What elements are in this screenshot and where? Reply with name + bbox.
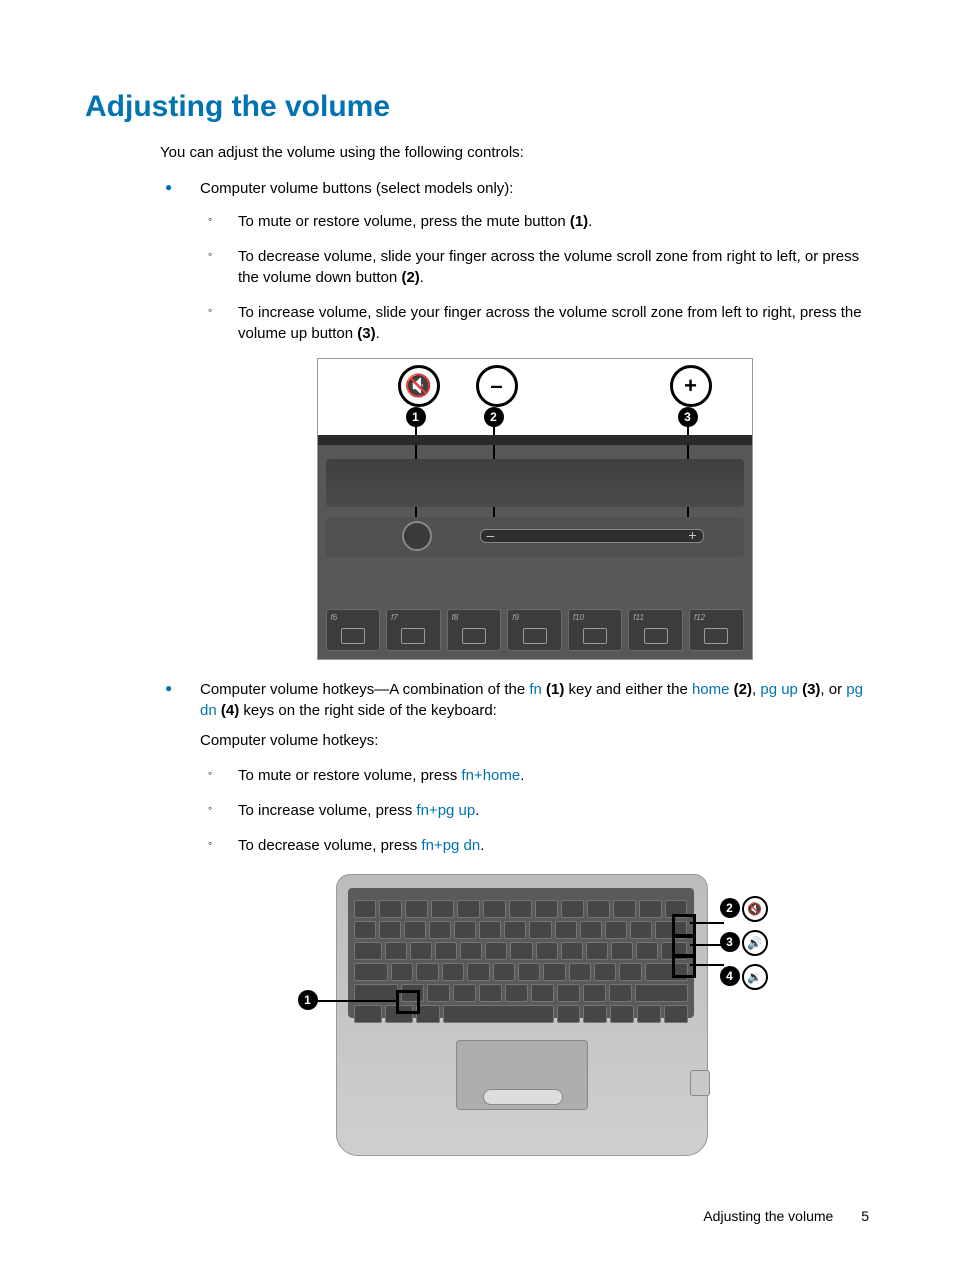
- volume-slider-graphic: [480, 529, 704, 543]
- sub-list-1: To mute or restore volume, press the mut…: [200, 211, 869, 344]
- text: To decrease volume, press: [238, 837, 421, 854]
- f-key: f6: [326, 609, 381, 651]
- icon-glyph: 🔉: [747, 969, 762, 985]
- minus-icon: –: [476, 365, 518, 407]
- page-number: 5: [861, 1208, 869, 1224]
- f-key: f11: [628, 609, 683, 651]
- callout-ref: (2): [401, 269, 419, 286]
- key-label: f11: [633, 613, 644, 624]
- callout-line: [690, 944, 724, 946]
- text: .: [376, 325, 380, 342]
- bullet-volume-buttons: Computer volume buttons (select models o…: [85, 179, 869, 660]
- key-combo: fn+home: [461, 767, 520, 784]
- text: .: [480, 837, 484, 854]
- icon-glyph: +: [684, 371, 697, 401]
- text: .: [520, 767, 524, 784]
- figure-volume-strip: 🔇 – + 1 2 3 f6 f7 f8 f9 f10: [317, 358, 753, 660]
- text: keys on the right side of the keyboard:: [239, 702, 497, 719]
- callout-line: [690, 922, 724, 924]
- touchpad: [456, 1040, 588, 1110]
- text: To mute or restore volume, press the mut…: [238, 213, 570, 230]
- main-list: Computer volume buttons (select models o…: [85, 179, 869, 1158]
- callout-ref: (1): [546, 681, 564, 698]
- text: Computer volume hotkeys—A combination of…: [200, 681, 529, 698]
- icon-glyph: 🔇: [405, 371, 432, 401]
- hotkeys-subheading: Computer volume hotkeys:: [200, 731, 869, 751]
- highlight-fn-key: [396, 990, 420, 1014]
- page-footer: Adjusting the volume 5: [703, 1208, 869, 1224]
- callout-2: 2: [720, 898, 740, 918]
- sub-item-hk-increase: To increase volume, press fn+pg up.: [200, 800, 869, 821]
- text: key and either the: [564, 681, 692, 698]
- key-combo: fn+pg dn: [421, 837, 480, 854]
- document-page: Adjusting the volume You can adjust the …: [0, 0, 954, 1270]
- key-label: f10: [573, 613, 584, 624]
- icon-glyph: 🔇: [747, 901, 762, 917]
- key-fn: fn: [529, 681, 542, 698]
- callout-1: 1: [406, 407, 426, 427]
- f-key: f9: [507, 609, 562, 651]
- text: To increase volume, press: [238, 802, 416, 819]
- callout-line: [310, 1000, 396, 1002]
- key-label: f9: [512, 613, 519, 624]
- f-key: f7: [386, 609, 441, 651]
- callout-1: 1: [298, 990, 318, 1010]
- highlight-pgdn-key: [672, 954, 696, 978]
- plus-icon: +: [670, 365, 712, 407]
- key-combo: fn+pg up: [416, 802, 475, 819]
- callout-ref: (3): [357, 325, 375, 342]
- sub-item-hk-decrease: To decrease volume, press fn+pg dn.: [200, 835, 869, 856]
- text: To increase volume, slide your finger ac…: [238, 304, 862, 342]
- text: .: [588, 213, 592, 230]
- fingerprint-reader: [690, 1070, 710, 1096]
- f-key: f12: [689, 609, 744, 651]
- text: To mute or restore volume, press: [238, 767, 461, 784]
- icon-glyph: 🔊: [747, 935, 762, 951]
- key-label: f8: [452, 613, 459, 624]
- f-key: f10: [568, 609, 623, 651]
- sub-list-2: To mute or restore volume, press fn+home…: [200, 765, 869, 856]
- mute-icon: 🔇: [398, 365, 440, 407]
- mute-button-graphic: [402, 521, 432, 551]
- callout-ref: (1): [570, 213, 588, 230]
- text: , or: [820, 681, 846, 698]
- bullet-volume-hotkeys: Computer volume hotkeys—A combination of…: [85, 680, 869, 1158]
- sub-item-mute: To mute or restore volume, press the mut…: [200, 211, 869, 232]
- callout-ref: (4): [221, 702, 239, 719]
- key-label: f7: [391, 613, 398, 624]
- key-home: home: [692, 681, 730, 698]
- sub-item-hk-mute: To mute or restore volume, press fn+home…: [200, 765, 869, 786]
- callout-3: 3: [678, 407, 698, 427]
- footer-section-title: Adjusting the volume: [703, 1208, 833, 1224]
- mute-icon: 🔇: [742, 896, 768, 922]
- callout-2: 2: [484, 407, 504, 427]
- key-pgup: pg up: [760, 681, 798, 698]
- sub-item-increase: To increase volume, slide your finger ac…: [200, 302, 869, 344]
- callout-line: [690, 964, 724, 966]
- key-label: f6: [331, 613, 338, 624]
- intro-text: You can adjust the volume using the foll…: [160, 144, 869, 161]
- text: .: [420, 269, 424, 286]
- callout-4: 4: [720, 966, 740, 986]
- bullet-text: Computer volume buttons (select models o…: [200, 180, 513, 197]
- text: To decrease volume, slide your finger ac…: [238, 248, 859, 286]
- page-heading: Adjusting the volume: [85, 90, 869, 124]
- speaker-grill: [326, 459, 744, 507]
- callout-ref: (2): [734, 681, 752, 698]
- figure-keyboard-overview: 1 2 3 4 🔇 🔊 🔉: [306, 870, 764, 1158]
- fkey-row: f6 f7 f8 f9 f10 f11 f12: [326, 589, 744, 651]
- callout-3: 3: [720, 932, 740, 952]
- text: .: [475, 802, 479, 819]
- sub-item-decrease: To decrease volume, slide your finger ac…: [200, 246, 869, 288]
- key-label: f12: [694, 613, 705, 624]
- speaker-loud-icon: 🔊: [742, 930, 768, 956]
- laptop-hinge: [318, 435, 752, 445]
- f-key: f8: [447, 609, 502, 651]
- speaker-low-icon: 🔉: [742, 964, 768, 990]
- icon-glyph: –: [490, 371, 502, 401]
- callout-ref: (3): [802, 681, 820, 698]
